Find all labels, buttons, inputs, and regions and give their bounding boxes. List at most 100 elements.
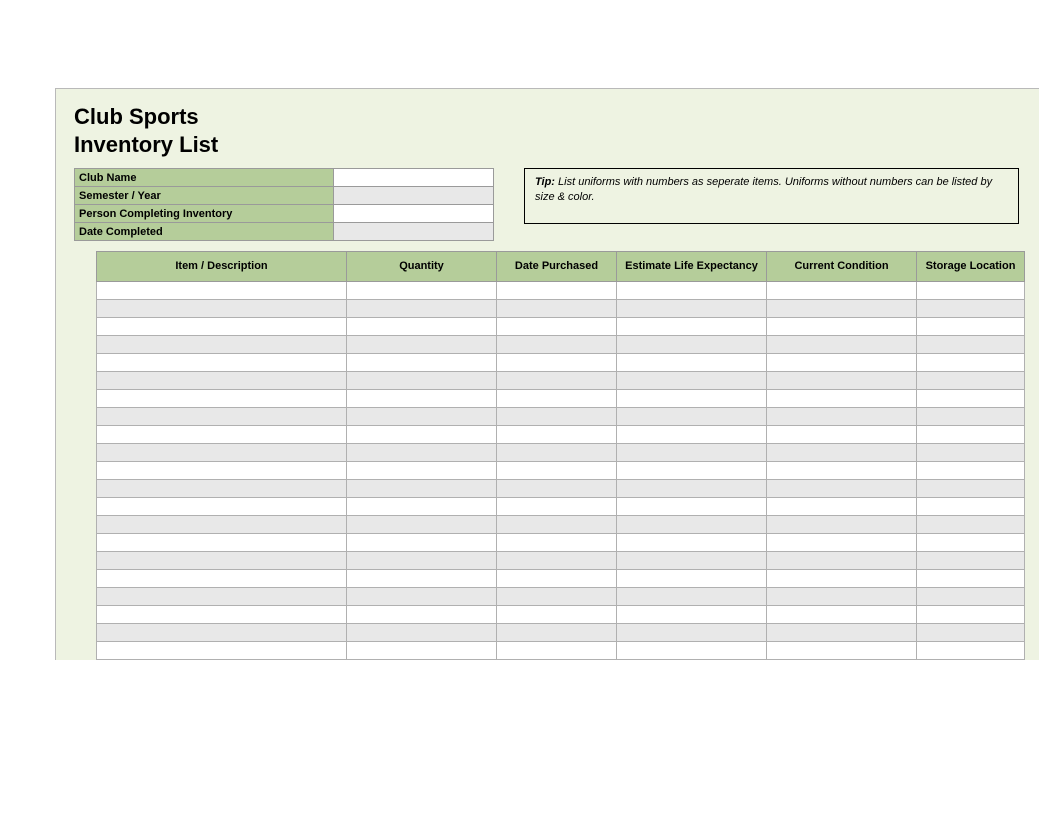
table-cell[interactable] <box>917 444 1025 462</box>
table-cell[interactable] <box>97 354 347 372</box>
table-cell[interactable] <box>617 444 767 462</box>
table-cell[interactable] <box>767 480 917 498</box>
table-cell[interactable] <box>97 480 347 498</box>
table-cell[interactable] <box>347 570 497 588</box>
table-cell[interactable] <box>347 390 497 408</box>
table-cell[interactable] <box>347 606 497 624</box>
table-cell[interactable] <box>97 336 347 354</box>
table-cell[interactable] <box>497 624 617 642</box>
semester-year-input[interactable] <box>334 187 494 205</box>
table-cell[interactable] <box>617 354 767 372</box>
table-cell[interactable] <box>917 606 1025 624</box>
table-cell[interactable] <box>767 498 917 516</box>
table-cell[interactable] <box>917 462 1025 480</box>
table-cell[interactable] <box>767 624 917 642</box>
table-cell[interactable] <box>767 552 917 570</box>
table-cell[interactable] <box>97 462 347 480</box>
table-cell[interactable] <box>767 516 917 534</box>
table-cell[interactable] <box>917 516 1025 534</box>
table-cell[interactable] <box>617 588 767 606</box>
table-cell[interactable] <box>767 444 917 462</box>
table-cell[interactable] <box>97 642 347 660</box>
table-cell[interactable] <box>97 516 347 534</box>
table-cell[interactable] <box>617 516 767 534</box>
table-cell[interactable] <box>767 300 917 318</box>
table-cell[interactable] <box>347 300 497 318</box>
table-cell[interactable] <box>497 282 617 300</box>
table-cell[interactable] <box>917 534 1025 552</box>
table-cell[interactable] <box>497 354 617 372</box>
table-cell[interactable] <box>617 318 767 336</box>
table-cell[interactable] <box>617 372 767 390</box>
table-cell[interactable] <box>917 570 1025 588</box>
table-cell[interactable] <box>497 570 617 588</box>
table-cell[interactable] <box>97 372 347 390</box>
table-cell[interactable] <box>347 372 497 390</box>
table-cell[interactable] <box>347 516 497 534</box>
table-cell[interactable] <box>497 300 617 318</box>
table-cell[interactable] <box>917 498 1025 516</box>
table-cell[interactable] <box>617 282 767 300</box>
table-cell[interactable] <box>97 408 347 426</box>
table-cell[interactable] <box>97 300 347 318</box>
table-cell[interactable] <box>97 606 347 624</box>
table-cell[interactable] <box>347 642 497 660</box>
table-cell[interactable] <box>767 462 917 480</box>
table-cell[interactable] <box>617 552 767 570</box>
table-cell[interactable] <box>617 462 767 480</box>
table-cell[interactable] <box>767 390 917 408</box>
table-cell[interactable] <box>917 318 1025 336</box>
table-cell[interactable] <box>617 570 767 588</box>
table-cell[interactable] <box>97 534 347 552</box>
table-cell[interactable] <box>347 426 497 444</box>
table-cell[interactable] <box>497 318 617 336</box>
table-cell[interactable] <box>347 480 497 498</box>
table-cell[interactable] <box>767 408 917 426</box>
table-cell[interactable] <box>497 480 617 498</box>
table-cell[interactable] <box>347 354 497 372</box>
table-cell[interactable] <box>497 336 617 354</box>
table-cell[interactable] <box>347 336 497 354</box>
table-cell[interactable] <box>767 372 917 390</box>
table-cell[interactable] <box>617 408 767 426</box>
table-cell[interactable] <box>497 444 617 462</box>
table-cell[interactable] <box>347 408 497 426</box>
table-cell[interactable] <box>497 588 617 606</box>
table-cell[interactable] <box>767 570 917 588</box>
table-cell[interactable] <box>497 552 617 570</box>
table-cell[interactable] <box>497 372 617 390</box>
table-cell[interactable] <box>917 372 1025 390</box>
table-cell[interactable] <box>97 570 347 588</box>
table-cell[interactable] <box>347 534 497 552</box>
table-cell[interactable] <box>617 480 767 498</box>
table-cell[interactable] <box>497 534 617 552</box>
table-cell[interactable] <box>497 642 617 660</box>
table-cell[interactable] <box>97 444 347 462</box>
table-cell[interactable] <box>917 480 1025 498</box>
table-cell[interactable] <box>917 552 1025 570</box>
table-cell[interactable] <box>347 588 497 606</box>
table-cell[interactable] <box>97 552 347 570</box>
table-cell[interactable] <box>617 300 767 318</box>
date-completed-input[interactable] <box>334 223 494 241</box>
table-cell[interactable] <box>497 426 617 444</box>
table-cell[interactable] <box>617 534 767 552</box>
table-cell[interactable] <box>97 498 347 516</box>
table-cell[interactable] <box>97 426 347 444</box>
table-cell[interactable] <box>917 354 1025 372</box>
table-cell[interactable] <box>497 498 617 516</box>
table-cell[interactable] <box>347 462 497 480</box>
table-cell[interactable] <box>617 642 767 660</box>
table-cell[interactable] <box>347 444 497 462</box>
table-cell[interactable] <box>767 606 917 624</box>
table-cell[interactable] <box>917 426 1025 444</box>
table-cell[interactable] <box>617 624 767 642</box>
table-cell[interactable] <box>917 336 1025 354</box>
table-cell[interactable] <box>347 624 497 642</box>
club-name-input[interactable] <box>334 169 494 187</box>
table-cell[interactable] <box>497 462 617 480</box>
table-cell[interactable] <box>767 534 917 552</box>
table-cell[interactable] <box>767 318 917 336</box>
table-cell[interactable] <box>347 318 497 336</box>
table-cell[interactable] <box>917 624 1025 642</box>
